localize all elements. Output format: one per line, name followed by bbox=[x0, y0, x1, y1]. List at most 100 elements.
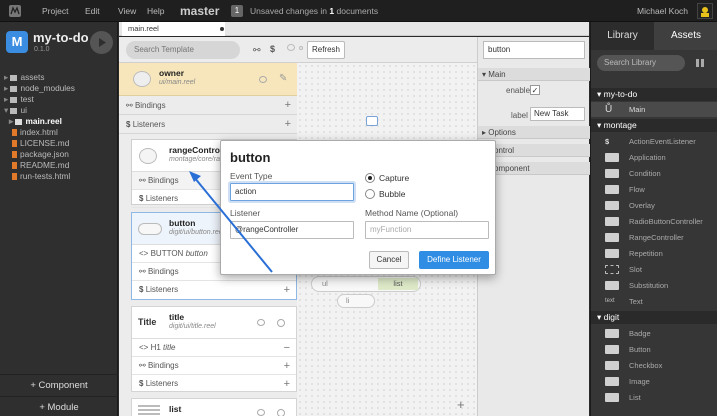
library-item[interactable]: Condition bbox=[591, 166, 717, 181]
menu-project[interactable]: Project bbox=[42, 0, 68, 22]
capture-radio[interactable] bbox=[365, 173, 375, 183]
file-tree-item[interactable]: ▾ ui bbox=[4, 105, 27, 116]
section-options[interactable]: ▸ Options bbox=[478, 126, 590, 139]
project-version: 0.1.0 bbox=[34, 46, 50, 53]
bubble-radio[interactable] bbox=[365, 189, 375, 199]
reel-icon: Ů bbox=[605, 104, 613, 115]
file-tree-item[interactable]: ▸ assets bbox=[4, 72, 44, 83]
tab-assets[interactable]: Assets bbox=[654, 22, 717, 50]
method-name-input[interactable]: myFunction bbox=[365, 221, 489, 239]
file-icon bbox=[12, 151, 17, 159]
file-tree-item[interactable]: ▸ test bbox=[4, 94, 34, 105]
library-item[interactable]: Ů Main bbox=[591, 102, 717, 118]
dom-node-icon[interactable] bbox=[366, 116, 378, 126]
search-template-input[interactable] bbox=[126, 41, 240, 59]
property-search-input[interactable]: button bbox=[483, 41, 585, 59]
capture-label[interactable]: Capture bbox=[379, 173, 409, 183]
library-item[interactable]: RangeController bbox=[591, 230, 717, 245]
menu-help[interactable]: Help bbox=[147, 0, 164, 22]
enabled-checkbox[interactable]: ✓ bbox=[530, 85, 540, 95]
library-section[interactable]: ▾ montage bbox=[591, 119, 717, 132]
range-controller-icon bbox=[605, 233, 619, 242]
grid-view-icon[interactable] bbox=[696, 59, 704, 67]
comment-icon[interactable] bbox=[257, 319, 265, 326]
library-item[interactable]: Application bbox=[591, 150, 717, 165]
library-item[interactable]: Slot bbox=[591, 262, 717, 277]
eye-icon[interactable] bbox=[277, 409, 285, 416]
dom-node-li[interactable]: li bbox=[337, 294, 375, 308]
owner-listeners-row[interactable]: $ Listeners + bbox=[119, 115, 297, 134]
library-item[interactable]: text Text bbox=[591, 294, 717, 309]
edit-pencil-icon[interactable]: ✎ bbox=[279, 73, 287, 84]
eye-icon[interactable] bbox=[277, 319, 285, 327]
menu-edit[interactable]: Edit bbox=[85, 0, 100, 22]
substitution-icon bbox=[605, 281, 619, 290]
menu-view[interactable]: View bbox=[118, 0, 136, 22]
library-search-input[interactable]: Search Library bbox=[597, 55, 685, 71]
bindings-filter-icon[interactable]: ⚯ bbox=[253, 45, 261, 56]
dialog-title: button bbox=[230, 150, 271, 165]
tab-main-reel[interactable]: main.reel bbox=[122, 22, 225, 36]
add-listener-icon[interactable]: + bbox=[284, 281, 290, 299]
folder-icon bbox=[10, 85, 18, 92]
project-logo-icon: M bbox=[6, 31, 28, 53]
comment-icon[interactable] bbox=[259, 76, 267, 83]
library-item[interactable]: Image bbox=[591, 374, 717, 389]
file-tree-item[interactable]: run-tests.html bbox=[12, 171, 70, 182]
label-value-field[interactable]: New Task bbox=[530, 107, 585, 121]
add-module-button[interactable]: + Module bbox=[0, 396, 118, 416]
add-listener-icon[interactable]: + bbox=[284, 375, 290, 393]
library-item[interactable]: Substitution bbox=[591, 278, 717, 293]
library-item[interactable]: List bbox=[591, 390, 717, 405]
tab-library[interactable]: Library bbox=[591, 22, 654, 50]
file-tree-item[interactable]: ▸ node_modules bbox=[4, 83, 75, 94]
library-item[interactable]: Flow bbox=[591, 182, 717, 197]
title-element-row[interactable]: <> H1 title − bbox=[132, 339, 296, 357]
define-listener-button[interactable]: Define Listener bbox=[419, 251, 489, 269]
visibility-filter-icon[interactable] bbox=[299, 46, 303, 50]
library-item[interactable]: Badge bbox=[591, 326, 717, 341]
library-item[interactable]: Button bbox=[591, 342, 717, 357]
add-binding-icon[interactable]: + bbox=[285, 96, 291, 115]
file-tree-item[interactable]: README.md bbox=[12, 160, 69, 171]
add-component-button[interactable]: + Component bbox=[0, 374, 118, 396]
button-component-icon bbox=[138, 223, 162, 235]
comment-icon[interactable] bbox=[257, 409, 265, 416]
file-tree-item[interactable]: LICENSE.md bbox=[12, 138, 69, 149]
label-label: label bbox=[511, 111, 528, 120]
library-item[interactable]: Checkbox bbox=[591, 358, 717, 373]
collapse-icon[interactable]: − bbox=[284, 339, 290, 357]
title-bindings-row[interactable]: ⚯ Bindings + bbox=[132, 357, 296, 375]
owner-card[interactable]: owner ui/main.reel ✎ bbox=[119, 63, 297, 96]
file-tree-item[interactable]: package.json bbox=[12, 149, 69, 160]
drag-connector-arrow-icon bbox=[189, 171, 273, 273]
comment-filter-icon[interactable] bbox=[287, 44, 295, 51]
title-listeners-row[interactable]: $ Listeners + bbox=[132, 375, 296, 393]
add-node-icon[interactable]: + bbox=[457, 397, 465, 412]
file-tree-item[interactable]: index.html bbox=[12, 127, 58, 138]
cancel-button[interactable]: Cancel bbox=[369, 251, 409, 269]
list-card[interactable]: list bbox=[131, 398, 297, 416]
file-tree-item[interactable]: ▸ main.reel bbox=[9, 116, 62, 127]
title-card[interactable]: Title title digit/ui/title.reel <> H1 ti… bbox=[131, 306, 297, 392]
library-section[interactable]: ▾ my-to-do bbox=[591, 88, 717, 101]
library-item[interactable]: Overlay bbox=[591, 198, 717, 213]
refresh-button[interactable]: Refresh bbox=[307, 41, 345, 59]
changes-count-badge[interactable]: 1 bbox=[231, 5, 243, 17]
avatar[interactable] bbox=[697, 3, 713, 19]
dom-node-ul[interactable]: ul list bbox=[311, 276, 421, 292]
file-icon bbox=[12, 162, 17, 170]
add-binding-icon[interactable]: + bbox=[284, 357, 290, 375]
library-item[interactable]: RadioButtonController bbox=[591, 214, 717, 229]
library-section[interactable]: ▾ digit bbox=[591, 311, 717, 324]
listeners-filter-icon[interactable]: $ bbox=[270, 44, 275, 54]
owner-bindings-row[interactable]: ⚯ Bindings + bbox=[119, 96, 297, 115]
bubble-label[interactable]: Bubble bbox=[379, 189, 405, 199]
add-listener-icon[interactable]: + bbox=[285, 115, 291, 134]
section-main[interactable]: ▾ Main bbox=[478, 68, 590, 81]
run-project-button[interactable] bbox=[90, 31, 113, 54]
library-item[interactable]: $ ActionEventListener bbox=[591, 134, 717, 149]
user-name[interactable]: Michael Koch bbox=[637, 0, 688, 22]
button-listeners-row[interactable]: $ Listeners + bbox=[132, 281, 296, 299]
library-item[interactable]: Repetition bbox=[591, 246, 717, 261]
